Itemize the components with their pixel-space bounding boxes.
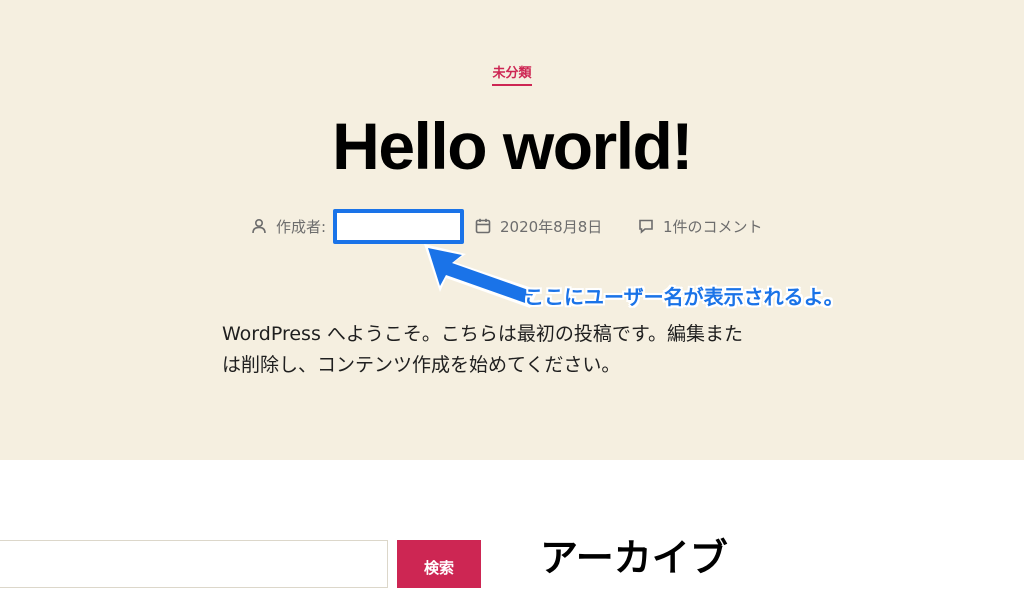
post-date-link[interactable]: 2020年8月8日 — [500, 216, 602, 237]
comment-icon — [639, 219, 653, 234]
comments-link[interactable]: 1件のコメント — [663, 216, 763, 237]
content-line-2: は削除し、コンテンツ作成を始めてください。 — [222, 354, 621, 376]
callout-arrow-icon — [424, 244, 538, 308]
post-comments-meta: 1件のコメント — [637, 214, 763, 238]
author-label: 作成者: — [276, 217, 327, 236]
post-content: WordPress へようこそ。こちらは最初の投稿です。編集また は削除し、コン… — [222, 319, 812, 381]
post-category: 未分類 — [0, 62, 1024, 86]
calendar-icon — [475, 218, 491, 234]
search-input[interactable] — [0, 540, 388, 588]
post-date-meta: 2020年8月8日 — [474, 214, 602, 238]
post-header: 未分類 Hello world! 作成者: 2020年8月8日 1件のコメント … — [0, 0, 1024, 460]
post-title[interactable]: Hello world! — [0, 106, 1024, 186]
author-name-highlight — [333, 209, 464, 244]
content-line-1: WordPress へようこそ。こちらは最初の投稿です。編集また — [222, 323, 743, 345]
archive-widget-title: アーカイブ — [540, 536, 728, 580]
post-author-meta: 作成者: — [250, 214, 326, 238]
search-button[interactable]: 検索 — [397, 540, 481, 588]
annotation-callout: ここにユーザー名が表示されるよ。 — [524, 285, 844, 309]
category-link[interactable]: 未分類 — [492, 65, 532, 86]
user-icon — [252, 218, 266, 234]
